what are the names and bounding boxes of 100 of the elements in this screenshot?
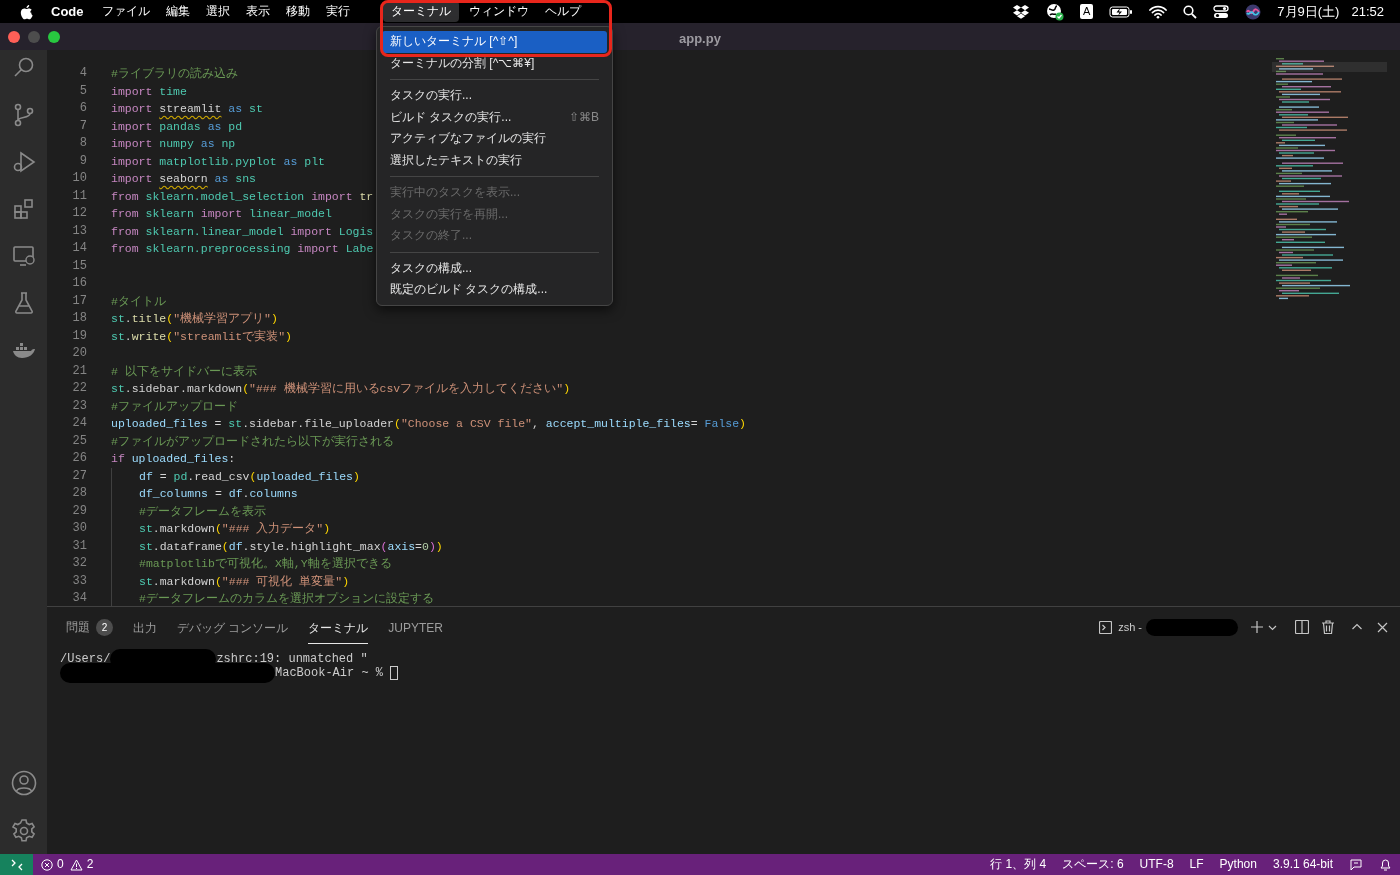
code-line: #matplotlibで可視化。X軸,Y軸を選択できる (139, 556, 392, 572)
panel-tab[interactable]: JUPYTER (388, 610, 444, 644)
code-line: from sklearn import linear_model (111, 206, 332, 222)
line-number: 19 (71, 327, 87, 345)
line-number: 20 (71, 345, 87, 362)
plus-icon[interactable] (1250, 620, 1264, 635)
dropbox-icon[interactable] (1012, 3, 1030, 20)
apple-icon[interactable] (19, 3, 33, 20)
panel-tab[interactable]: 出力 (133, 610, 157, 644)
warning-icon (69, 858, 83, 871)
count-badge: 2 (96, 619, 113, 637)
code-line: from sklearn.linear_model import Logis (111, 223, 374, 240)
status-item[interactable]: UTF-8 (1131, 854, 1182, 875)
line-number: 34 (71, 590, 87, 606)
menu-item[interactable]: 既定のビルド タスクの構成... (382, 279, 607, 301)
control-center-icon[interactable] (1213, 4, 1230, 19)
line-number: 13 (71, 222, 87, 240)
trash-icon[interactable] (1321, 620, 1335, 635)
line-number: 14 (71, 240, 87, 257)
status-item[interactable]: 3.9.1 64-bit (1264, 854, 1341, 875)
code-line: st.dataframe(df.style.highlight_max(axis=0)) (139, 538, 443, 555)
panel-tab[interactable]: 問題 2 (66, 613, 113, 642)
line-number: 21 (71, 362, 87, 380)
siri-icon[interactable] (1245, 3, 1262, 20)
panel-tab[interactable]: ターミナル (308, 610, 369, 644)
line-number: 30 (71, 520, 87, 537)
status-item[interactable]: スペース: 6 (1054, 854, 1132, 875)
menu-item[interactable]: タスクの実行... (382, 85, 607, 107)
account-icon[interactable] (10, 770, 37, 796)
code-line: #データフレームを表示 (139, 503, 266, 520)
line-number: 11 (71, 187, 87, 205)
window-title: app.py (679, 30, 721, 48)
menu-bar-item[interactable]: ウィンドウ (460, 1, 537, 22)
menu-bar-clock[interactable]: 21:52 (1351, 1, 1384, 22)
app-menu[interactable]: Code (43, 1, 92, 22)
code-line: #データフレームのカラムを選択オプションに設定する (139, 591, 434, 606)
menu-item[interactable]: 選択したテキストの実行 (382, 149, 607, 171)
code-line: import streamlit as st (111, 101, 263, 117)
code-line: st.sidebar.markdown("### 機械学習に用いるcsvファイルを入力してください") (111, 381, 571, 397)
terminal-text: /Users/ (60, 651, 111, 666)
code-line: from sklearn.preprocessing import Labe (111, 241, 374, 257)
menu-bar-item[interactable]: 選択 (197, 1, 238, 22)
menu-bar-item[interactable]: 実行 (317, 1, 358, 22)
line-number: 23 (71, 397, 87, 415)
menu-item[interactable]: タスクの構成... (382, 257, 607, 279)
feedback-icon[interactable] (1349, 857, 1363, 872)
close-icon[interactable] (1377, 621, 1388, 633)
line-number: 31 (71, 537, 87, 555)
menu-bar-item[interactable]: 移動 (277, 1, 318, 22)
status-item[interactable]: LF (1181, 854, 1212, 875)
menu-item[interactable]: 新しいターミナル [^⇧^] (382, 31, 607, 53)
settings-icon[interactable] (10, 818, 37, 844)
line-number: 7 (78, 117, 87, 135)
error-icon (41, 858, 53, 871)
line-number: 18 (71, 310, 87, 327)
menu-bar-item[interactable]: 編集 (157, 1, 198, 22)
code-line: import pandas as pd (111, 118, 243, 135)
menu-item[interactable]: アクティブなファイルの実行 (382, 128, 607, 150)
code-line: # 以下をサイドバーに表示 (111, 363, 257, 380)
line-number: 12 (71, 205, 87, 222)
bell-icon[interactable] (1379, 857, 1392, 872)
code-line: import numpy as np (111, 136, 236, 152)
remote-monitor-icon[interactable] (11, 244, 36, 268)
battery-charging-icon[interactable] (1109, 5, 1134, 18)
line-number: 33 (71, 572, 87, 590)
line-number: 15 (71, 257, 87, 275)
split-panel-icon[interactable] (1295, 620, 1309, 635)
sync-globe-icon[interactable] (1046, 2, 1064, 21)
code-line: from sklearn.model_selection import tr (111, 188, 374, 205)
close-window-button[interactable] (8, 30, 20, 43)
code-line: uploaded_files = st.sidebar.file_uploader("Choose a CSV file", accept_multiple_files= False) (111, 416, 746, 432)
code-line: import time (111, 83, 187, 100)
menu-bar-item[interactable]: ヘルプ (536, 1, 589, 22)
code-line: if uploaded_files: (111, 451, 236, 467)
extensions-icon[interactable] (11, 197, 36, 221)
run-debug-icon[interactable] (11, 150, 36, 174)
menu-bar-item[interactable]: 表示 (237, 1, 278, 22)
terminal-selector[interactable]: zsh - (1099, 619, 1142, 636)
status-item[interactable]: Python (1211, 854, 1265, 875)
status-item[interactable]: 行 1、列 4 (982, 854, 1055, 875)
code-line: df_columns = df.columns (139, 486, 298, 502)
panel-tab[interactable]: デバッグ コンソール (177, 610, 289, 644)
input-source-indicator[interactable]: A (1080, 4, 1094, 19)
menu-item[interactable]: ターミナルの分割 [^⌥⌘¥] (382, 52, 607, 74)
menu-bar-date[interactable]: 7月9日(土) (1277, 1, 1340, 22)
menu-item[interactable]: ビルド タスクの実行... ⇧⌘B (382, 106, 607, 128)
shortcut-label: ⇧⌘B (569, 109, 599, 125)
remote-icon (10, 858, 23, 871)
line-number: 25 (71, 432, 87, 450)
code-line: import matplotlib.pyplot as plt (111, 153, 325, 170)
code-line: import seaborn as sns (111, 171, 256, 187)
wifi-icon[interactable] (1149, 4, 1168, 19)
line-number: 9 (78, 152, 87, 170)
code-line: st.markdown("### 可視化 単変量") (139, 573, 350, 590)
search-icon[interactable] (1183, 4, 1198, 19)
zoom-button[interactable] (48, 30, 60, 43)
line-number: 24 (71, 415, 87, 432)
problems-status[interactable]: 0 2 (33, 854, 102, 875)
line-number: 26 (71, 450, 87, 467)
menu-bar-item[interactable]: ファイル (93, 1, 158, 22)
